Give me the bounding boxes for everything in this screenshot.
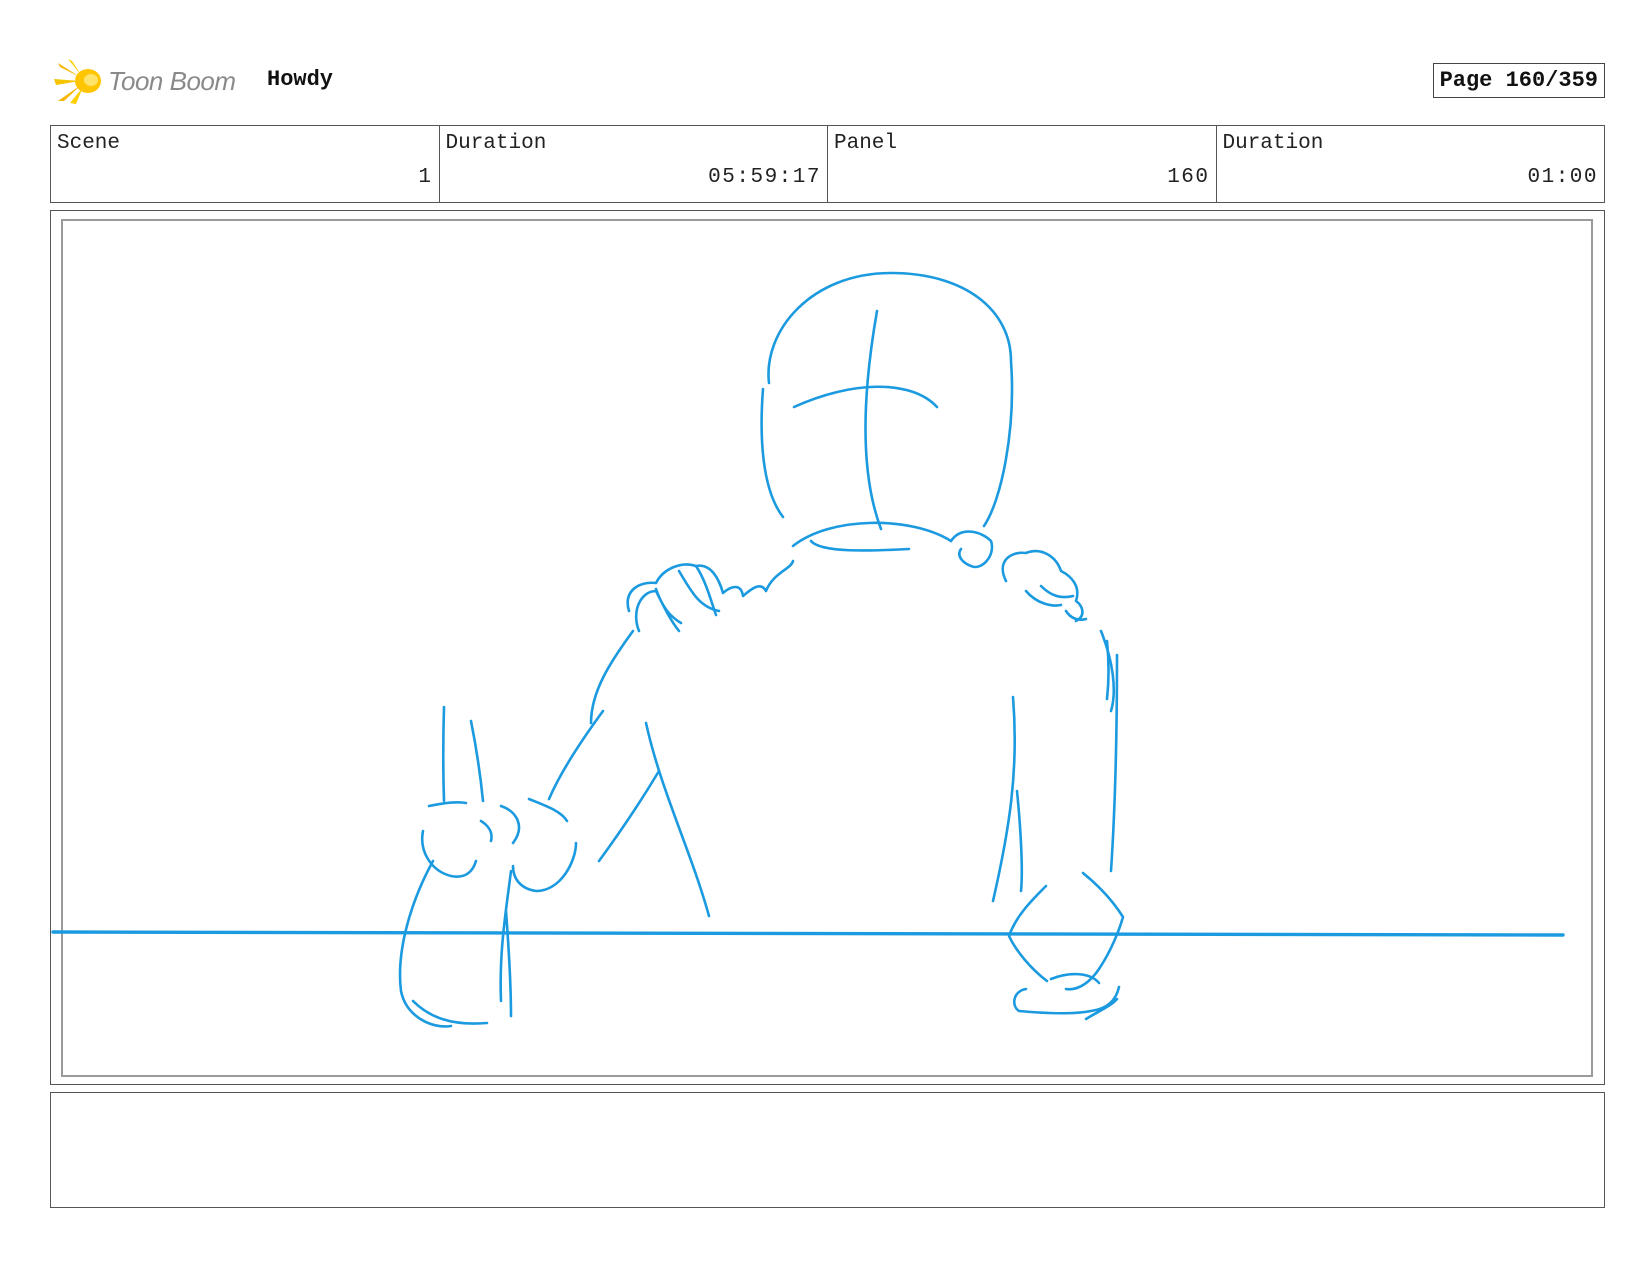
head-outline <box>767 271 1014 528</box>
right-hand <box>949 530 994 569</box>
left-hand <box>626 559 795 613</box>
right-fingers <box>1001 549 1088 623</box>
panel-notes-box[interactable] <box>50 1092 1605 1208</box>
table-line <box>51 930 1565 937</box>
torso-right-inner <box>1015 789 1024 893</box>
panel-label: Panel <box>834 132 898 155</box>
right-object <box>1007 871 1125 991</box>
storyboard-header: Toon Boom Howdy Page 160/359 <box>50 55 1605 105</box>
page-number: Page 160/359 <box>1432 63 1605 98</box>
project-title: Howdy <box>267 67 334 92</box>
scene-label: Scene <box>57 132 121 155</box>
left-arm-upper <box>547 709 605 801</box>
torso-right-line <box>991 695 1017 903</box>
scene-value: 1 <box>418 166 433 189</box>
panel-cell: Panel 160 <box>828 126 1217 202</box>
panel-value: 160 <box>1167 166 1210 189</box>
right-hand-bottom <box>1012 972 1121 1021</box>
face-vertical-line <box>864 309 883 531</box>
scene-duration-value: 05:59:17 <box>708 166 821 189</box>
toon-boom-logo: Toon Boom <box>54 57 236 105</box>
head-left-side <box>760 387 785 519</box>
right-shoulder-curve <box>1105 639 1110 701</box>
starburst-icon <box>54 59 101 104</box>
panel-duration-label: Duration <box>1222 132 1324 155</box>
panel-frame <box>50 210 1605 1085</box>
left-arm-inner <box>597 769 661 863</box>
collar-line <box>809 539 911 552</box>
bottle-neck-left <box>441 705 446 803</box>
scene-info-table: Scene 1 Duration 05:59:17 Panel 160 Dura… <box>50 125 1605 203</box>
scene-cell: Scene 1 <box>51 126 440 202</box>
torso-left-line <box>644 721 711 918</box>
left-fist <box>420 797 578 893</box>
left-lower-body <box>398 859 513 1028</box>
scene-duration-label: Duration <box>445 132 547 155</box>
panel-duration-value: 01:00 <box>1527 166 1598 189</box>
left-fingers <box>634 564 721 633</box>
sketch-drawing <box>51 271 1565 1028</box>
bottle-neck-right <box>469 719 485 803</box>
brand-name: Toon Boom <box>108 65 236 96</box>
shoulder-line <box>791 521 953 548</box>
scene-duration-cell: Duration 05:59:17 <box>440 126 828 202</box>
back-outline-left <box>589 629 635 725</box>
panel-duration-cell: Duration 01:00 <box>1217 126 1605 202</box>
